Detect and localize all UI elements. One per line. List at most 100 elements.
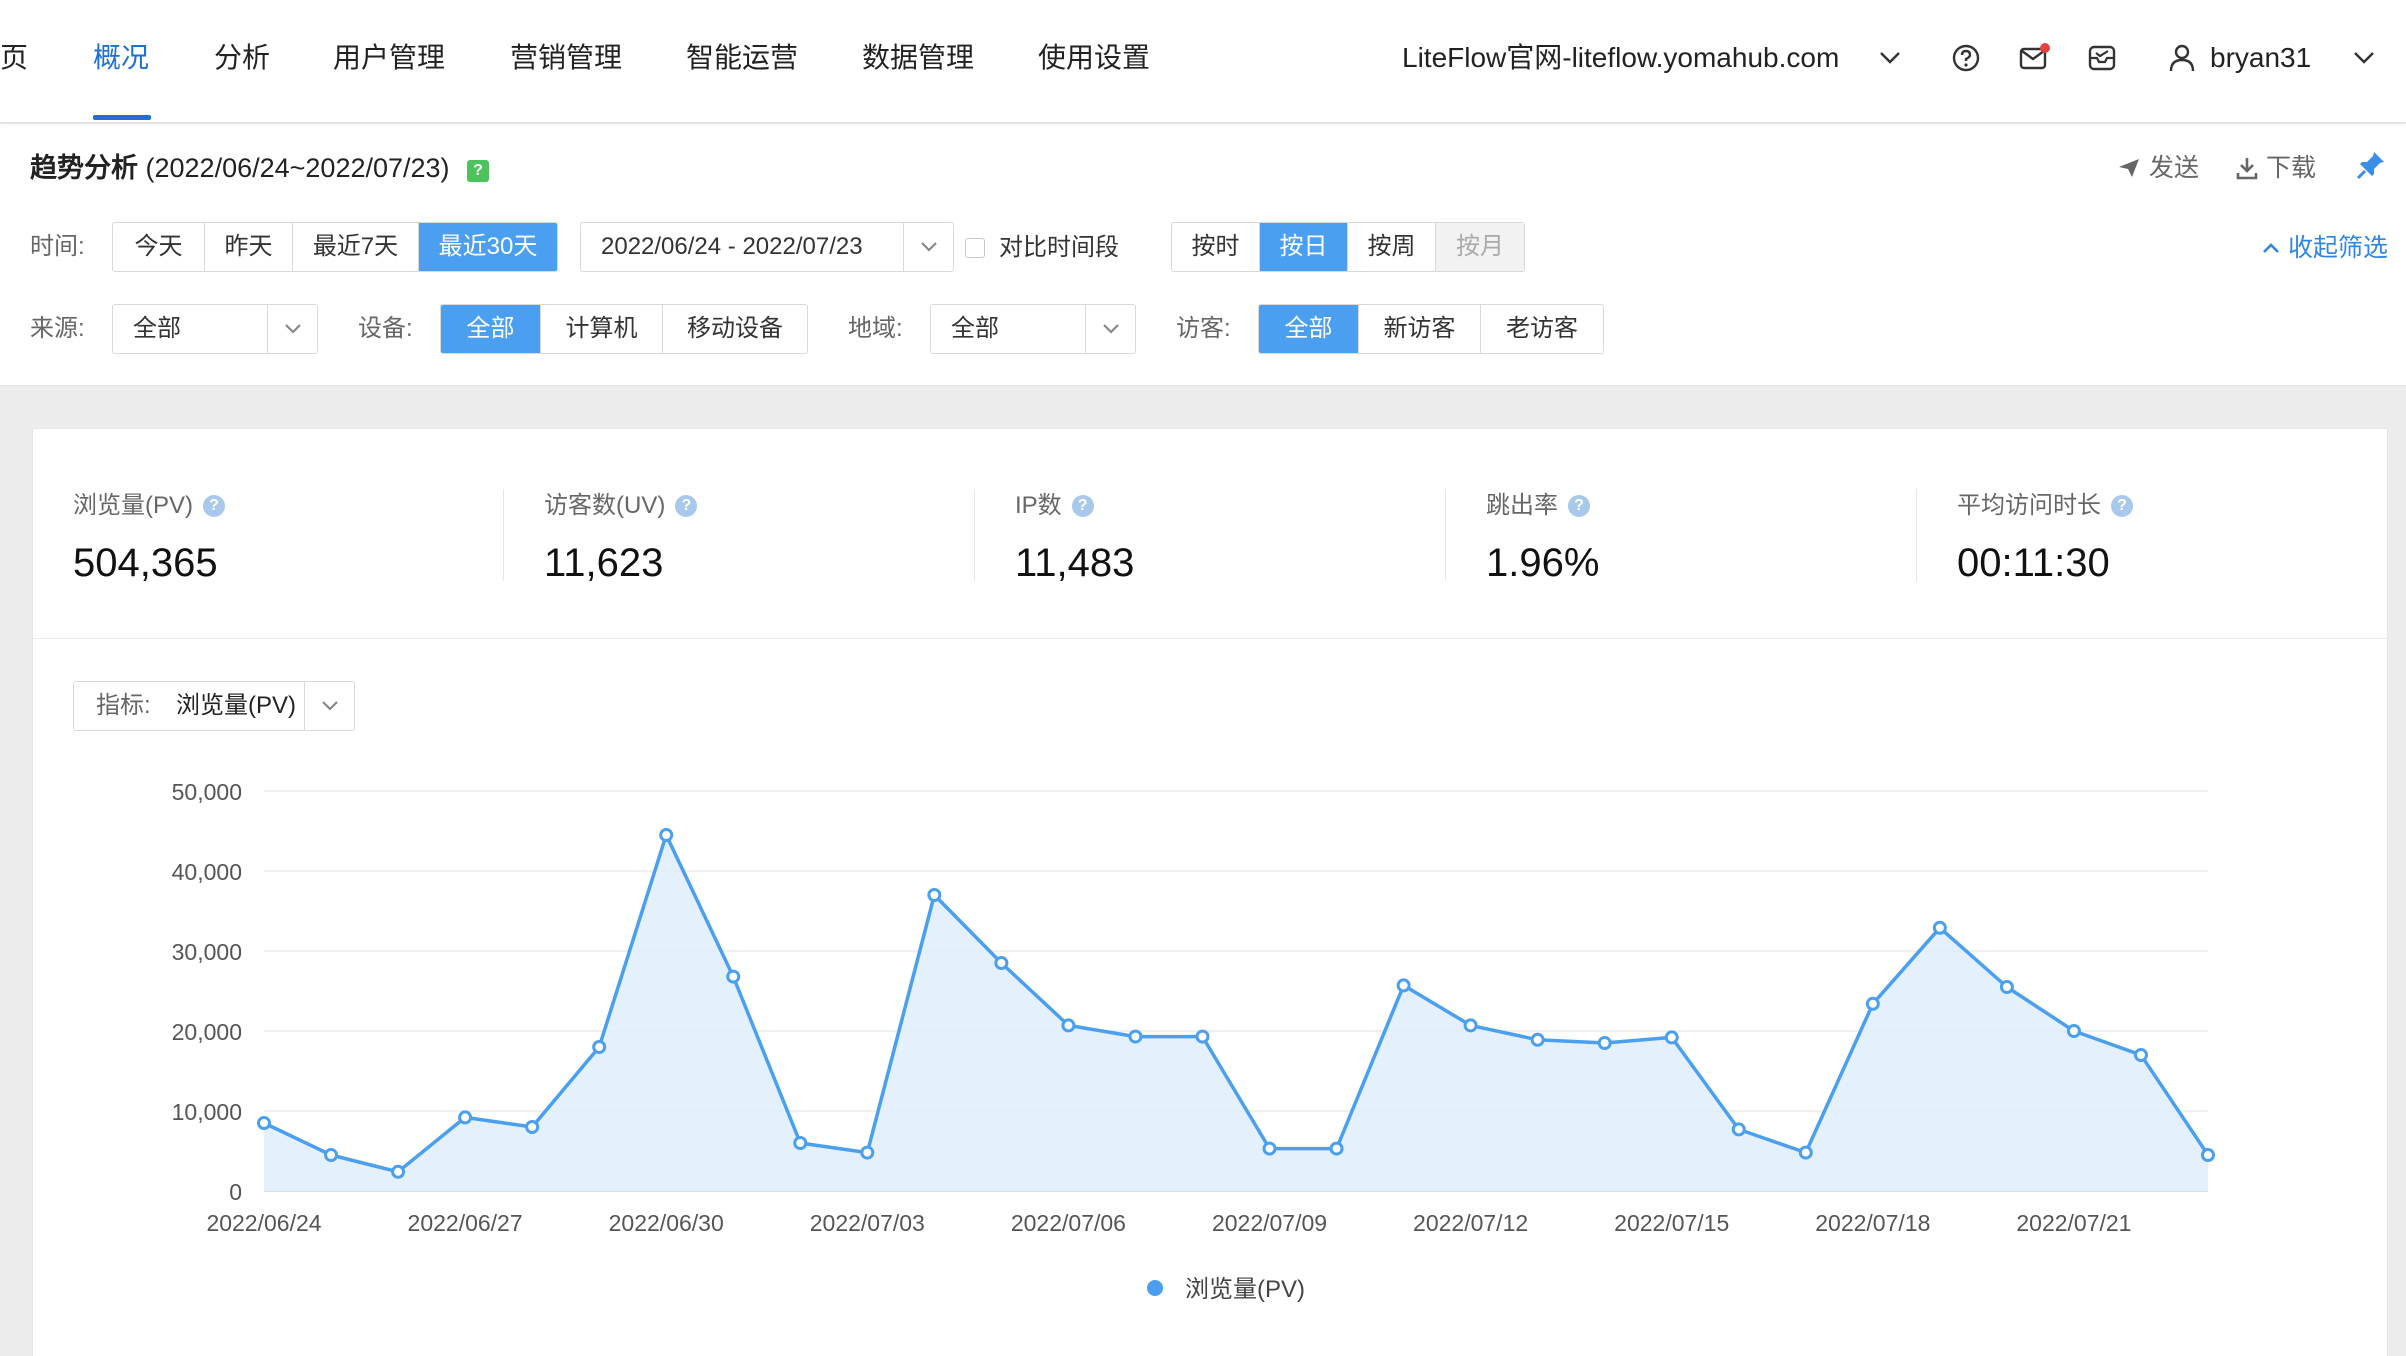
time-7days-button[interactable]: 最近7天 — [293, 223, 419, 271]
site-selector[interactable]: LiteFlow官网-liteflow.yomahub.com — [1402, 38, 1839, 78]
chevron-up-icon — [2263, 243, 2279, 253]
inbox-icon[interactable] — [2084, 40, 2120, 76]
data-point — [860, 1145, 875, 1160]
time-range-group: 今天 昨天 最近7天 最近30天 — [112, 222, 558, 272]
by-month-button[interactable]: 按月 — [1436, 223, 1524, 271]
y-tick-label: 50,000 — [172, 779, 242, 805]
region-label: 地域: — [848, 315, 903, 342]
date-range-text: (2022/06/24~2022/07/23) — [145, 153, 450, 183]
data-point — [1128, 1029, 1143, 1044]
data-point — [2133, 1048, 2148, 1062]
data-point — [1329, 1141, 1344, 1156]
compare-period-label: 对比时间段 — [999, 234, 1119, 261]
source-select[interactable]: 全部 — [112, 304, 318, 354]
legend-label: 浏览量(PV) — [1185, 1276, 1305, 1303]
region-select[interactable]: 全部 — [930, 304, 1136, 354]
data-point — [458, 1110, 473, 1125]
data-point — [1195, 1029, 1210, 1044]
chevron-down-icon[interactable] — [1872, 40, 1908, 76]
nav-tab-home[interactable]: 页 — [0, 38, 28, 78]
x-tick-label: 2022/07/21 — [2016, 1210, 2131, 1236]
data-point — [1664, 1030, 1679, 1045]
visitor-returning-button[interactable]: 老访客 — [1481, 305, 1603, 353]
x-tick-label: 2022/07/15 — [1614, 1210, 1729, 1236]
site-name: LiteFlow官网-liteflow.yomahub.com — [1402, 42, 1840, 73]
by-hour-button[interactable]: 按时 — [1172, 223, 1260, 271]
visitor-group: 全部 新访客 老访客 — [1258, 304, 1604, 354]
data-point — [1865, 996, 1880, 1011]
filter-panel: 趋势分析 (2022/06/24~2022/07/23) ? 发送 下载 时间:… — [0, 124, 2406, 386]
data-point — [927, 888, 942, 902]
help-icon[interactable] — [1948, 40, 1984, 76]
nav-tab-analysis[interactable]: 分析 — [214, 38, 270, 78]
x-tick-label: 2022/06/24 — [206, 1210, 321, 1236]
top-nav: 页 概况 分析 用户管理 营销管理 智能运营 数据管理 使用设置 LiteFlo… — [0, 0, 2406, 122]
trend-chart: 0 10,000 20,000 30,000 40,000 50,000 2022/06/2… — [172, 779, 2215, 1303]
legend-marker — [1147, 1280, 1163, 1296]
device-group: 全部 计算机 移动设备 — [440, 304, 808, 354]
x-tick-label: 2022/07/09 — [1212, 1210, 1327, 1236]
x-tick-label: 2022/07/03 — [810, 1210, 925, 1236]
device-label: 设备: — [358, 315, 413, 342]
nav-tab-marketing[interactable]: 营销管理 — [510, 38, 622, 78]
page-title-text: 趋势分析 — [30, 153, 138, 183]
time-label: 时间: — [30, 233, 85, 260]
checkbox-icon — [965, 238, 985, 258]
data-point — [1061, 1018, 1076, 1033]
active-tab-indicator — [93, 115, 151, 120]
help-badge-icon[interactable]: ? — [467, 160, 490, 182]
time-30days-button[interactable]: 最近30天 — [419, 223, 557, 271]
nav-tab-data[interactable]: 数据管理 — [862, 38, 974, 78]
granularity-group: 按时 按日 按周 按月 — [1171, 222, 1525, 272]
date-range-picker[interactable]: 2022/06/24 - 2022/07/23 — [580, 222, 954, 272]
user-menu-chevron-icon[interactable] — [2346, 40, 2382, 76]
source-chevron-icon — [267, 305, 317, 353]
data-point — [1262, 1141, 1277, 1156]
username: bryan31 — [2210, 42, 2312, 73]
source-label: 来源: — [30, 315, 85, 342]
download-icon — [2236, 158, 2258, 180]
send-button[interactable]: 发送 — [2117, 150, 2199, 186]
data-point — [726, 969, 741, 984]
visitor-label: 访客: — [1176, 315, 1231, 342]
time-yesterday-button[interactable]: 昨天 — [205, 223, 293, 271]
by-day-button[interactable]: 按日 — [1260, 223, 1348, 271]
data-point — [324, 1148, 339, 1162]
device-all-button[interactable]: 全部 — [441, 305, 541, 353]
data-point — [257, 1116, 271, 1130]
data-point — [1999, 980, 2014, 994]
visitor-new-button[interactable]: 新访客 — [1359, 305, 1481, 353]
x-tick-label: 2022/07/06 — [1011, 1210, 1126, 1236]
device-mobile-button[interactable]: 移动设备 — [663, 305, 807, 353]
nav-tab-overview[interactable]: 概况 — [93, 38, 149, 78]
data-point — [1731, 1122, 1746, 1137]
nav-tab-settings[interactable]: 使用设置 — [1038, 38, 1150, 78]
download-label: 下载 — [2266, 154, 2317, 182]
collapse-filters-label: 收起筛选 — [2288, 234, 2389, 262]
user-menu[interactable]: bryan31 — [2210, 38, 2311, 78]
data-point — [1597, 1036, 1612, 1050]
by-week-button[interactable]: 按周 — [1348, 223, 1436, 271]
nav-tab-users[interactable]: 用户管理 — [333, 38, 445, 78]
pin-icon[interactable] — [2356, 150, 2386, 180]
visitor-all-button[interactable]: 全部 — [1259, 305, 1359, 353]
time-today-button[interactable]: 今天 — [113, 223, 205, 271]
data-point — [592, 1040, 607, 1054]
device-computer-button[interactable]: 计算机 — [541, 305, 663, 353]
user-icon[interactable] — [2164, 40, 2200, 76]
x-tick-label: 2022/06/27 — [408, 1210, 523, 1236]
data-point — [391, 1164, 406, 1179]
download-button[interactable]: 下载 — [2236, 150, 2316, 186]
series-area — [264, 835, 2208, 1191]
data-point — [1530, 1032, 1545, 1047]
data-point — [659, 828, 674, 842]
nav-tab-operations[interactable]: 智能运营 — [686, 38, 798, 78]
x-tick-label: 2022/06/30 — [609, 1210, 724, 1236]
collapse-filters-button[interactable]: 收起筛选 — [2262, 228, 2388, 268]
compare-period-checkbox[interactable]: 对比时间段 — [965, 228, 1119, 268]
region-value: 全部 — [951, 315, 999, 342]
mail-icon[interactable] — [2016, 40, 2052, 76]
source-value: 全部 — [133, 315, 181, 342]
y-tick-label: 30,000 — [172, 939, 242, 965]
y-tick-label: 0 — [229, 1179, 242, 1205]
